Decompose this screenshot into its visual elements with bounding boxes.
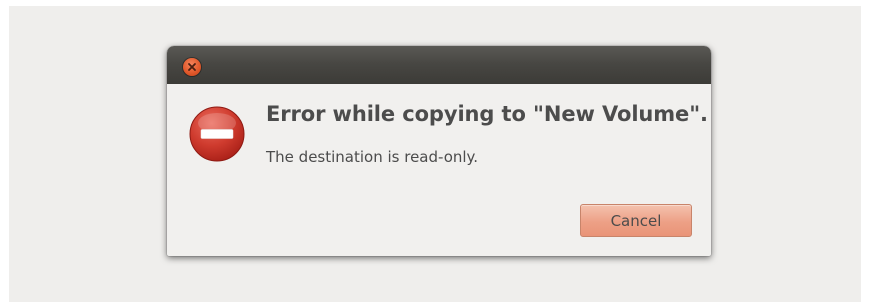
dialog-titlebar (167, 46, 711, 84)
cancel-button[interactable]: Cancel (580, 204, 692, 237)
close-button[interactable] (183, 58, 201, 76)
error-dialog: Error while copying to "New Volume". The… (167, 46, 711, 256)
dialog-title: Error while copying to "New Volume". (266, 102, 708, 126)
close-icon (188, 63, 196, 71)
error-icon (189, 106, 245, 162)
dialog-message: The destination is read-only. (266, 148, 479, 166)
